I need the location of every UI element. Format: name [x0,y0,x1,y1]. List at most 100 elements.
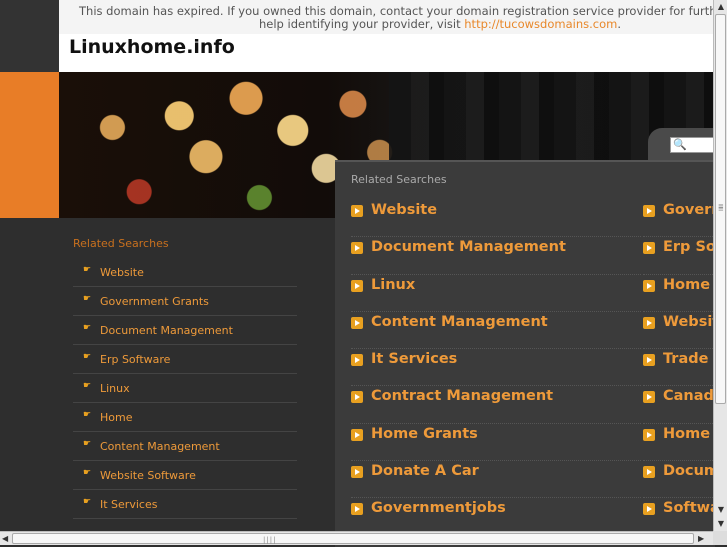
related-link[interactable]: Linux [351,275,641,312]
hand-pointer-icon: ☛ [83,323,92,333]
hand-pointer-icon: ☛ [83,439,92,449]
related-link[interactable]: Erp Sof [643,237,715,275]
arrow-bullet-icon [351,466,363,479]
scroll-corner [713,531,727,545]
hand-pointer-icon: ☛ [83,410,92,420]
arrow-bullet-icon [643,466,655,479]
list-item-label[interactable]: Government Grants [100,295,209,308]
related-link-label[interactable]: Home G [663,426,715,442]
related-link[interactable]: Content Management [351,312,641,350]
related-link[interactable]: Contract Management [351,386,641,424]
list-item[interactable]: ☛ Content Management [73,432,297,461]
related-link-label[interactable]: Governmentjobs [371,500,506,516]
related-column-2: Govern Erp Sof Home Website Trade Canada… [643,200,715,536]
scroll-right-icon[interactable]: ▶ [698,532,704,545]
related-link[interactable]: Trade [643,349,715,387]
related-link-label[interactable]: Donate A Car [371,463,479,479]
arrow-bullet-icon [643,503,655,516]
tucows-link[interactable]: http://tucowsdomains.com [464,17,617,31]
related-link[interactable]: Website [351,200,641,238]
related-link-label[interactable]: Document Management [371,239,566,255]
related-link[interactable]: Donate A Car [351,461,641,499]
left-top-block [0,0,59,72]
search-icon[interactable]: 🔍 [673,138,687,151]
list-item-label[interactable]: Home [100,411,132,424]
list-item[interactable]: ☛ It Services [73,490,297,519]
arrow-bullet-icon [351,391,363,404]
related-column-1: Website Document Management Linux Conten… [351,200,641,536]
left-related-searches: Related Searches ☛ Website ☛ Government Gr… [59,218,335,545]
list-item-label[interactable]: Content Management [100,440,220,453]
list-item[interactable]: ☛ Website Software [73,461,297,490]
list-item[interactable]: ☛ Erp Software [73,345,297,374]
vertical-scrollbar[interactable]: ▲ ≡ ≡ ▼ ▼ [713,0,727,531]
list-item-label[interactable]: Document Management [100,324,233,337]
hand-pointer-icon: ☛ [83,352,92,362]
related-link[interactable]: It Services [351,349,641,387]
list-item-label[interactable]: Erp Software [100,353,170,366]
related-link-label[interactable]: Trade [663,351,708,367]
arrow-bullet-icon [351,279,363,292]
related-link-label[interactable]: Erp Sof [663,239,715,255]
scroll-left-icon[interactable]: ◀ [2,532,8,545]
site-header: Linuxhome.info [59,34,727,72]
arrow-bullet-icon [643,354,655,367]
grip-icon: ≡ ≡ [718,202,724,213]
related-link[interactable]: Website [643,312,715,350]
related-link-label[interactable]: Website [371,202,437,218]
main-related-heading: Related Searches [351,173,447,186]
related-link-label[interactable]: Canada [663,388,715,404]
related-link[interactable]: Document Management [351,237,641,275]
arrow-bullet-icon [643,279,655,292]
arrow-bullet-icon [643,205,655,217]
list-item[interactable]: ☛ Website [73,258,297,287]
hand-pointer-icon: ☛ [83,497,92,507]
list-item[interactable]: ☛ Government Grants [73,287,297,316]
list-item-label[interactable]: Website [100,266,144,279]
site-title[interactable]: Linuxhome.info [69,36,235,58]
related-link-label[interactable]: Linux [371,277,415,293]
arrow-bullet-icon [643,391,655,404]
arrow-bullet-icon [351,205,363,217]
horizontal-scroll-thumb[interactable]: |||| [12,533,694,544]
grip-icon: |||| [263,536,277,544]
related-link-label[interactable]: Contract Management [371,388,553,404]
hand-pointer-icon: ☛ [83,468,92,478]
list-item[interactable]: ☛ Document Management [73,316,297,345]
horizontal-scrollbar[interactable]: ◀ |||| ▶ [0,531,713,545]
arrow-bullet-icon [351,503,363,516]
related-link[interactable]: Docum [643,461,715,499]
notice-line-2-text: help identifying your provider, visit [259,17,465,31]
scroll-down-end-icon[interactable]: ▼ [715,517,727,531]
hand-pointer-icon: ☛ [83,294,92,304]
related-link-label[interactable]: Website [663,314,715,330]
related-link-label[interactable]: Govern [663,202,715,218]
related-link-label[interactable]: Content Management [371,314,548,330]
related-link[interactable]: Canada [643,386,715,424]
expired-notice: This domain has expired. If you owned th… [59,0,727,34]
scroll-down-icon[interactable]: ▼ [715,503,727,517]
related-link[interactable]: Home [643,275,715,312]
vertical-scroll-thumb[interactable]: ≡ ≡ [715,14,726,404]
scroll-up-icon[interactable]: ▲ [715,0,727,14]
related-link[interactable]: Home Grants [351,424,641,462]
main-related-searches: Related Searches Website Document Manage… [335,160,715,547]
arrow-bullet-icon [351,428,363,441]
list-item[interactable]: ☛ Home [73,403,297,432]
left-related-heading: Related Searches [73,237,169,250]
list-item[interactable]: ☛ Linux [73,374,297,403]
related-link-label[interactable]: Docum [663,463,715,479]
hand-pointer-icon: ☛ [83,265,92,275]
related-link-label[interactable]: Home [663,277,710,293]
related-link-label[interactable]: Home Grants [371,426,478,442]
arrow-bullet-icon [643,316,655,329]
list-item-label[interactable]: Website Software [100,469,196,482]
related-link[interactable]: Home G [643,424,715,462]
notice-line-2: help identifying your provider, visit ht… [259,17,621,32]
list-item-label[interactable]: Linux [100,382,130,395]
orange-accent-block [0,72,59,218]
related-link-label[interactable]: It Services [371,351,457,367]
related-link-label[interactable]: Softwa [663,500,715,516]
related-link[interactable]: Govern [643,200,715,238]
list-item-label[interactable]: It Services [100,498,157,511]
